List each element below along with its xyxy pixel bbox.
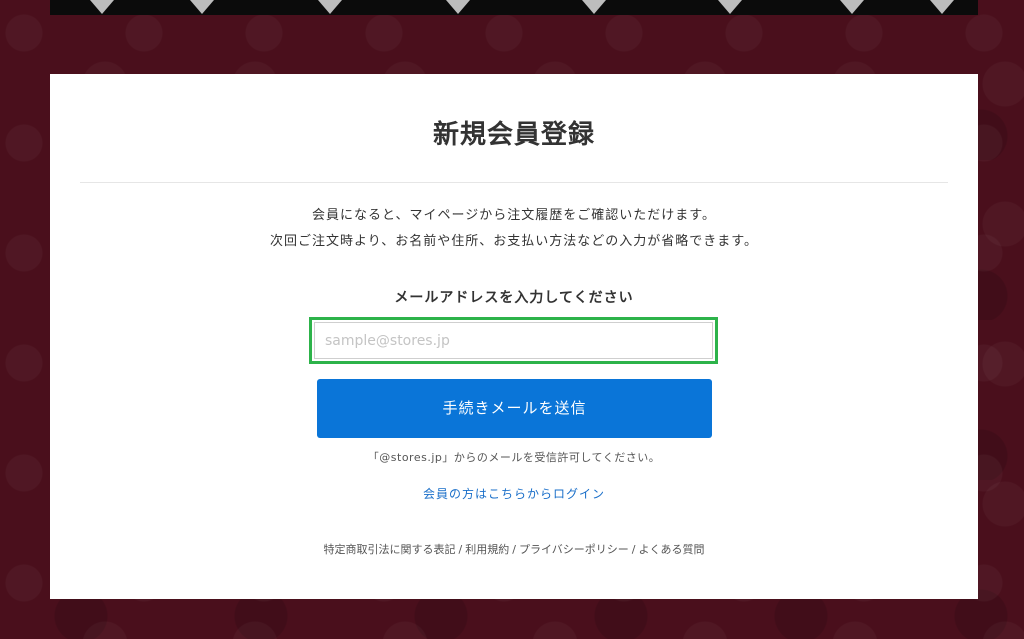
signup-card: 新規会員登録 会員になると、マイページから注文履歴をご確認いただけます。 次回ご… [50, 74, 978, 599]
footer-links: 特定商取引法に関する表記 / 利用規約 / プライバシーポリシー / よくある質問 [50, 542, 978, 558]
member-login-link[interactable]: 会員の方はこちらからログイン [423, 487, 605, 501]
top-banner-image [50, 0, 978, 15]
banner-pattern-mark [718, 0, 742, 14]
banner-pattern-mark [930, 0, 954, 14]
footer-separator: / [631, 543, 636, 556]
intro-text-line1: 会員になると、マイページから注文履歴をご確認いただけます。 [312, 208, 716, 223]
footer-link-faq[interactable]: よくある質問 [638, 543, 704, 556]
email-field-focus-ring [309, 317, 718, 364]
footer-link-privacy-policy[interactable]: プライバシーポリシー [519, 543, 629, 556]
banner-pattern-mark [446, 0, 470, 14]
footer-link-commercial-law[interactable]: 特定商取引法に関する表記 [324, 543, 456, 556]
footer-separator: / [458, 543, 463, 556]
banner-pattern-mark [190, 0, 214, 14]
intro-text-line2: 次回ご注文時より、お名前や住所、お支払い方法などの入力が省略できます。 [270, 234, 758, 249]
email-allow-notice: 「@stores.jp」からのメールを受信許可してください。 [367, 451, 661, 464]
banner-pattern-mark [840, 0, 864, 14]
banner-pattern-mark [582, 0, 606, 14]
email-input[interactable] [314, 322, 713, 359]
email-label: メールアドレスを入力してください [394, 290, 634, 306]
banner-pattern-mark [90, 0, 114, 14]
page-title: 新規会員登録 [432, 120, 595, 150]
title-divider [80, 182, 948, 183]
footer-link-terms[interactable]: 利用規約 [465, 543, 509, 556]
send-procedure-email-button[interactable]: 手続きメールを送信 [317, 379, 712, 438]
footer-separator: / [512, 543, 516, 556]
login-link-wrapper: 会員の方はこちらからログイン [50, 485, 978, 503]
banner-pattern-mark [318, 0, 342, 14]
